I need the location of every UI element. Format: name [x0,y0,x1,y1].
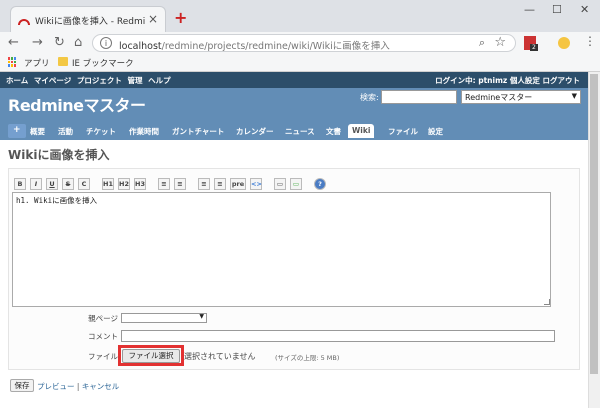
comment-label: コメント [88,332,118,341]
form-links: プレビュー | キャンセル [37,381,119,392]
home-icon[interactable]: ⌂ [74,35,82,50]
minimize-icon[interactable]: — [524,3,535,16]
tab-news[interactable]: ニュース [281,124,319,138]
menu-dots-icon[interactable]: ⋮ [584,34,596,48]
bookmark-ie[interactable]: IE ブックマーク [72,57,134,69]
choose-file-button[interactable]: ファイル選択 [122,349,180,363]
bold-button[interactable]: B [14,178,26,190]
bookmark-apps[interactable]: アプリ [24,57,50,69]
maximize-icon[interactable]: ☐ [552,3,562,16]
close-tab-icon[interactable]: × [148,12,158,26]
url-host: localhost [119,41,162,52]
project-jump-value: Redmineマスター [465,93,533,102]
tab-gantt[interactable]: ガントチャート [168,124,228,138]
profile-icon[interactable] [558,37,570,49]
chevron-down-icon: ▼ [571,92,577,100]
tab-settings[interactable]: 設定 [424,124,447,138]
project-title: Redmineマスター [8,96,146,115]
file-label: ファイル [88,352,118,361]
folder-icon [58,57,68,66]
top-menu-left[interactable]: ホーム マイページ プロジェクト 管理 ヘルプ [6,75,171,86]
tab-files[interactable]: ファイル [384,124,422,138]
tab-overview[interactable]: 概要 [26,124,49,138]
tab-title: Wikiに画像を挿入 - Redmineマス [35,17,145,27]
url-path: /redmine/projects/redmine/wiki/Wikiに画像を挿… [161,41,390,52]
ol-button[interactable]: ≡ [174,178,186,190]
help-button[interactable]: ? [314,178,326,190]
ul-button[interactable]: ≡ [158,178,170,190]
search-label: 検索: [360,93,379,102]
resize-grip-icon[interactable] [544,299,550,305]
comment-input[interactable] [121,330,555,342]
parent-page-label: 親ページ [88,314,118,323]
back-icon[interactable]: ← [8,35,19,50]
pre-button[interactable]: pre [230,178,246,190]
info-icon[interactable]: i [100,37,112,49]
close-window-icon[interactable]: ✕ [580,3,589,16]
preview-link[interactable]: プレビュー [37,382,75,391]
indent-button[interactable]: ≡ [198,178,210,190]
h2-button[interactable]: H2 [118,178,130,190]
forward-icon[interactable]: → [32,35,43,50]
extension-badge: 2 [530,44,538,51]
strike-button[interactable]: S [62,178,74,190]
bookmark-star-icon[interactable]: ☆ [494,35,506,50]
new-tab-icon[interactable]: + [174,8,187,27]
reload-icon[interactable]: ↻ [54,35,65,50]
top-menu-right[interactable]: ログイン中: ptnimz 個人設定 ログアウト [435,75,580,86]
project-jump-select[interactable]: Redmineマスター ▼ [461,90,581,104]
tab-documents[interactable]: 文書 [322,124,345,138]
search-input[interactable] [381,90,457,104]
page-title: Wikiに画像を挿入 [8,148,110,162]
browser-tab[interactable]: Wikiに画像を挿入 - Redmineマス × [10,6,166,32]
underline-button[interactable]: U [46,178,58,190]
link-separator: | [76,382,80,391]
no-file-text: 選択されていません [184,352,256,361]
address-bar[interactable]: i localhost/redmine/projects/redmine/wik… [92,34,516,52]
link-button[interactable]: <> [250,178,262,190]
apps-icon[interactable] [8,57,18,67]
italic-button[interactable]: I [30,178,42,190]
image-button[interactable]: ▭ [274,178,286,190]
cancel-link[interactable]: キャンセル [82,382,120,391]
outdent-button[interactable]: ≡ [214,178,226,190]
max-size-text: (サイズの上限: 5 MB) [275,354,340,362]
wiki-text-editor[interactable]: h1. Wikiに画像を挿入 [12,192,551,307]
zoom-icon[interactable]: ⌕ [479,36,485,50]
scrollbar-thumb[interactable] [590,74,598,374]
tab-issues[interactable]: チケット [82,124,120,138]
chevron-down-icon: ▼ [199,313,204,320]
tab-activity[interactable]: 活動 [54,124,77,138]
tab-wiki[interactable]: Wiki [348,124,375,138]
code-button[interactable]: C [78,178,90,190]
parent-page-select[interactable]: ▼ [121,313,207,323]
top-menu: ホーム マイページ プロジェクト 管理 ヘルプ ログイン中: ptnimz 個人… [0,72,588,88]
tab-calendar[interactable]: カレンダー [232,124,278,138]
redmine-favicon-icon [18,19,30,26]
new-object-button[interactable]: + [8,124,26,138]
h3-button[interactable]: H3 [134,178,146,190]
tab-time-entries[interactable]: 作業時間 [125,124,163,138]
h1-button[interactable]: H1 [102,178,114,190]
save-button[interactable]: 保存 [10,379,34,392]
table-button[interactable]: ▭ [290,178,302,190]
